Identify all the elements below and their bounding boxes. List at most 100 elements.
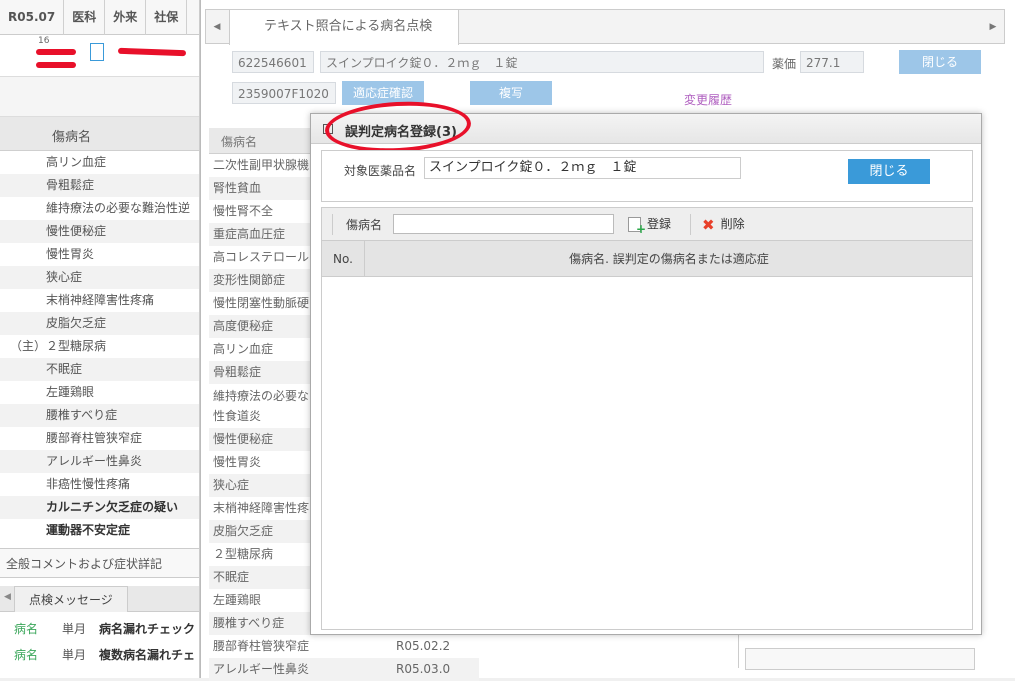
message-text: 病名漏れチェック	[99, 622, 196, 636]
patient-small-number: 16	[38, 36, 50, 46]
target-drug-field: スインプロイク錠０．２ｍｇ １錠	[424, 157, 741, 179]
main-diagnosis-name: 慢性腎不全	[213, 204, 274, 218]
comment-link[interactable]: 全般コメントおよび症状詳記	[0, 548, 199, 578]
diagnosis-name: 末梢神経障害性疼痛	[46, 293, 155, 307]
main-diagnosis-name: 二次性副甲状腺機	[213, 158, 310, 172]
tab-date[interactable]: R05.07	[0, 0, 65, 35]
price-label: 薬価	[772, 57, 797, 71]
diagnosis-name: アレルギー性鼻炎	[46, 454, 143, 468]
diagnosis-row[interactable]: 骨粗鬆症	[0, 174, 199, 197]
dialog-title-bar[interactable]: 誤判定病名登録(3)	[311, 98, 981, 156]
patient-info-row: 16	[0, 35, 199, 77]
close-button[interactable]: 閉じる	[899, 50, 981, 74]
receipt-code-field: 2359007F1020	[232, 82, 336, 104]
main-diagnosis-name: 狭心症	[213, 478, 250, 492]
redaction-mark	[117, 47, 187, 57]
diagnosis-row[interactable]: 腰椎すべり症	[0, 404, 199, 427]
drug-name-field: スインプロイク錠０．２ｍｇ １錠	[320, 51, 764, 73]
diagnosis-name: 左踵鶏眼	[46, 385, 95, 399]
diagnosis-name: 慢性便秘症	[46, 224, 107, 238]
right-side-input[interactable]	[745, 648, 975, 670]
message-type: 病名	[14, 622, 39, 636]
target-drug-section: 対象医薬品名 スインプロイク錠０．２ｍｇ １錠 閉じる	[321, 150, 973, 202]
diagnosis-row[interactable]: 維持療法の必要な難治性逆	[0, 197, 199, 220]
diagnosis-row[interactable]: 腰部脊柱管狭窄症	[0, 427, 199, 450]
main-diagnosis-name: 重症高血圧症	[213, 227, 286, 241]
misjudged-disease-dialog: 誤判定病名登録(3) 対象医薬品名 スインプロイク錠０．２ｍｇ １錠 閉じる 傷…	[310, 98, 982, 635]
main-diagnosis-date: R05.02.2	[396, 639, 451, 653]
diagnosis-row[interactable]: 末梢神経障害性疼痛	[0, 289, 199, 312]
message-tab-bar: ◀ 点検メッセージ	[0, 586, 199, 612]
grid-header: No. 傷病名. 誤判定の傷病名または適応症	[322, 241, 972, 277]
diagnosis-name: 腰椎すべり症	[46, 408, 118, 422]
grid-column-no[interactable]: No.	[322, 241, 365, 277]
main-diagnosis-name: 腰部脊柱管狭窄症	[213, 639, 310, 653]
message-period: 単月	[62, 648, 87, 662]
disease-name-input[interactable]	[393, 214, 614, 234]
diagnosis-row[interactable]: 左踵鶏眼	[0, 381, 199, 404]
main-diagnosis-name: 高度便秘症	[213, 319, 274, 333]
grid-column-disease[interactable]: 傷病名. 誤判定の傷病名または適応症	[366, 241, 972, 277]
main-diagnosis-name: 慢性胃炎	[213, 455, 262, 469]
diagnosis-row[interactable]: 高リン血症	[0, 151, 199, 174]
diagnosis-row[interactable]: 運動器不安定症	[0, 519, 199, 542]
message-row[interactable]: 病名 単月 病名漏れチェック	[0, 614, 199, 640]
main-diagnosis-name: 末梢神経障害性疼	[213, 501, 310, 515]
diagnosis-name: カルニチン欠乏症の疑い	[46, 500, 179, 514]
diagnosis-row[interactable]: 不眠症	[0, 358, 199, 381]
main-diagnosis-name: 高リン血症	[213, 342, 274, 356]
main-diagnosis-name: 左踵鶏眼	[213, 593, 262, 607]
diagnosis-row[interactable]: （主） ２型糖尿病	[0, 335, 199, 358]
diagnosis-name: 慢性胃炎	[46, 247, 95, 261]
change-history-link[interactable]: 変更履歴	[684, 91, 732, 108]
register-button[interactable]: 登録	[628, 215, 672, 238]
main-diagnosis-name: 変形性関節症	[213, 273, 286, 287]
main-diagnosis-name: 維持療法の必要な性食道炎	[213, 389, 310, 423]
diagnosis-row[interactable]: 非癌性慢性疼痛	[0, 473, 199, 496]
diagnosis-name: 高リン血症	[46, 155, 107, 169]
tab-scroll-left-icon[interactable]: ◀	[206, 10, 228, 45]
disease-toolbar: 傷病名 登録 ✖ 削除	[321, 207, 973, 240]
diagnosis-row[interactable]: 皮脂欠乏症	[0, 312, 199, 335]
main-diagnosis-name: 腰椎すべり症	[213, 616, 285, 630]
main-diagnosis-name: 慢性閉塞性動脈硬	[213, 296, 310, 310]
top-tab-bar: R05.07 医科 外来 社保	[0, 0, 199, 35]
diagnosis-name: 狭心症	[46, 270, 83, 284]
message-row[interactable]: 病名 単月 複数病名漏れチェ	[0, 640, 199, 666]
diagnosis-name: 運動器不安定症	[46, 523, 131, 537]
diagnosis-name: 皮脂欠乏症	[46, 316, 107, 330]
diagnosis-row[interactable]: 慢性便秘症	[0, 220, 199, 243]
tab-scroll-right-icon[interactable]: ▶	[982, 10, 1004, 45]
main-diagnosis-name: 腎性貧血	[213, 181, 262, 195]
diagnosis-row[interactable]: 狭心症	[0, 266, 199, 289]
register-label: 登録	[647, 217, 672, 231]
toolbar-separator	[690, 214, 691, 235]
copy-button[interactable]: 複写	[470, 81, 552, 105]
diagnosis-row[interactable]: カルニチン欠乏症の疑い	[0, 496, 199, 519]
diagnosis-list: 高リン血症骨粗鬆症 維持療法の必要な難治性逆慢性便秘症慢性胃炎狭心症末梢神経障害性…	[0, 151, 199, 542]
message-period: 単月	[62, 622, 87, 636]
redaction-mark	[36, 62, 76, 68]
dialog-close-button[interactable]: 閉じる	[848, 159, 930, 184]
patient-blank-row	[0, 77, 199, 117]
delete-button[interactable]: ✖ 削除	[702, 215, 745, 235]
tab-outpatient[interactable]: 外来	[105, 0, 147, 35]
tab-text-match-check[interactable]: テキスト照合による病名点検	[229, 10, 459, 45]
add-document-icon	[628, 217, 646, 238]
tab-medical[interactable]: 医科	[64, 0, 106, 35]
diagnosis-row[interactable]: アレルギー性鼻炎	[0, 450, 199, 473]
tab-insurance[interactable]: 社保	[146, 0, 188, 35]
diagnosis-name: ２型糖尿病	[46, 339, 107, 353]
patient-panel: R05.07 医科 外来 社保 16 傷病名 高リン血症 骨粗鬆症 維持療法の必要な…	[0, 0, 200, 678]
scroll-left-icon[interactable]: ◀	[4, 592, 11, 602]
delete-x-icon: ✖	[702, 215, 715, 234]
document-icon[interactable]	[90, 43, 104, 61]
delete-label: 削除	[720, 217, 745, 231]
tab-check-messages[interactable]: 点検メッセージ	[14, 586, 128, 612]
main-diagnosis-name: 不眠症	[213, 570, 250, 584]
main-diagnosis-mark: （主）	[10, 339, 47, 353]
main-diagnosis-row[interactable]: 腰部脊柱管狭窄症 R05.02.2	[209, 635, 479, 658]
main-list-column-label: 傷病名	[221, 135, 258, 149]
main-diagnosis-name: 高コレステロール	[213, 250, 310, 264]
diagnosis-row[interactable]: 慢性胃炎	[0, 243, 199, 266]
